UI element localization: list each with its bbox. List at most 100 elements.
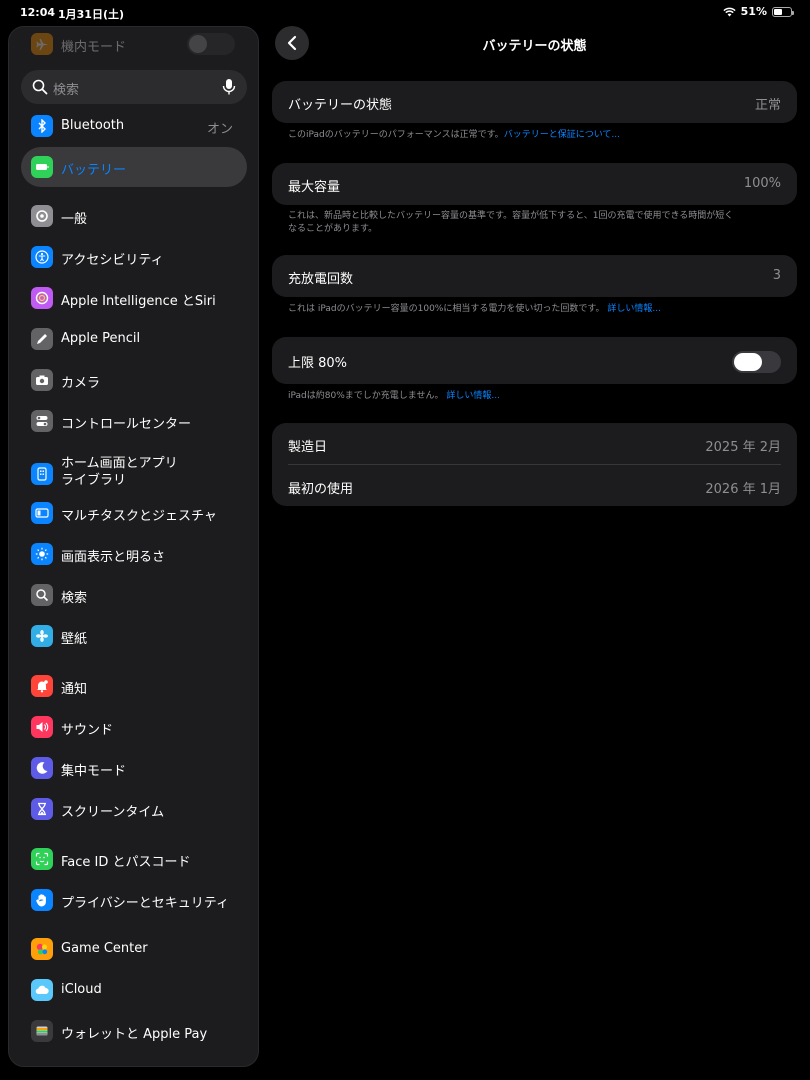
battery-health-note: このiPadのバッテリーのパフォーマンスは正常です。バッテリーと保証について..… — [288, 129, 778, 142]
hourglass-icon — [31, 798, 53, 820]
maximum-capacity-row: 最大容量 100% — [272, 163, 797, 205]
charge-limit-row: 上限 80% — [272, 337, 797, 384]
sidebar-item-wallpaper[interactable]: 壁紙 — [21, 616, 247, 656]
sidebar-item-label: Bluetooth — [61, 118, 125, 133]
sidebar-item-label: Apple Pencil — [61, 331, 141, 346]
sidebar-item-label: アクセシビリティ — [61, 253, 164, 268]
sidebar-item-label: 検索 — [61, 591, 88, 606]
sidebar-item-game-center[interactable]: Game Center — [21, 929, 247, 969]
sidebar-item-wallet[interactable]: ウォレットと Apple Pay — [21, 1011, 247, 1051]
face-id-icon — [31, 848, 53, 870]
manufacture-date-value: 2025 年 2月 — [705, 440, 781, 455]
charge-limit-more-info-link[interactable]: 詳しい情報... — [446, 391, 500, 401]
sidebar-item-notification[interactable]: 通知 — [21, 666, 247, 706]
sidebar-item-label: Face ID とパスコード — [61, 855, 191, 870]
sidebar-item-apple-intelligence[interactable]: Apple Intelligence とSiri — [21, 278, 247, 318]
manufacture-date-label: 製造日 — [288, 440, 328, 455]
charge-limit-note: iPadは約80%までしか充電しません。 詳しい情報... — [288, 390, 778, 403]
sidebar-item-multitasking[interactable]: マルチタスクとジェスチャ — [21, 493, 247, 533]
sidebar-item-label: 画面表示と明るさ — [61, 550, 166, 565]
sidebar-item-home-screen[interactable]: ホーム画面とアプリ ライブラリ — [21, 451, 247, 497]
microphone-icon[interactable] — [222, 78, 236, 96]
sidebar-item-label: カメラ — [61, 376, 101, 391]
search-input[interactable]: 検索 — [21, 70, 247, 104]
sidebar-item-label-line1: ホーム画面とアプリ — [61, 456, 178, 471]
wallet-icon — [31, 1020, 53, 1042]
sidebar-item-label: マルチタスクとジェスチャ — [61, 509, 217, 524]
search-placeholder: 検索 — [53, 83, 80, 98]
sidebar-item-moon[interactable]: 集中モード — [21, 748, 247, 788]
battery-status-icon — [772, 6, 794, 17]
brightness-icon — [31, 543, 53, 565]
battery-health-note-text: このiPadのバッテリーのパフォーマンスは正常です。 — [288, 130, 504, 140]
search-icon — [32, 79, 48, 95]
wifi-icon — [723, 7, 736, 16]
cycle-count-note: これは iPadのバッテリー容量の100%に相当する電力を使い切った回数です。 … — [288, 303, 778, 316]
status-bar: 12:04 1月31日(土) 51% — [0, 0, 810, 26]
cycle-count-value: 3 — [772, 268, 781, 283]
sidebar-item-face-id[interactable]: Face ID とパスコード — [21, 839, 247, 879]
airplane-mode-label: 機内モード — [61, 40, 127, 55]
sidebar-item-value: オン — [206, 122, 233, 137]
sidebar-item-label: ウォレットと Apple Pay — [61, 1027, 208, 1042]
sidebar-item-cloud[interactable]: iCloud — [21, 970, 247, 1010]
battery-level-fill — [774, 8, 783, 15]
battery-warranty-link[interactable]: バッテリーと保証について... — [504, 130, 620, 140]
sidebar-item-label: 通知 — [61, 682, 88, 697]
pencil-icon — [31, 328, 53, 350]
camera-icon — [31, 369, 53, 391]
charge-limit-toggle[interactable] — [732, 351, 781, 373]
sidebar-item-hand[interactable]: プライバシーとセキュリティ — [21, 880, 247, 920]
status-date: 1月31日(土) — [58, 8, 125, 21]
sidebar-item-airplane-mode[interactable]: 機内モード — [9, 27, 258, 63]
sidebar-item-camera[interactable]: カメラ — [21, 360, 247, 400]
cycle-count-label: 充放電回数 — [288, 272, 354, 287]
sidebar-item-label: バッテリー — [61, 163, 127, 178]
game-center-icon — [31, 938, 53, 960]
status-indicators: 51% — [723, 5, 794, 18]
accessibility-icon — [31, 246, 53, 268]
charge-limit-note-text: iPadは約80%までしか充電しません。 — [288, 391, 444, 401]
sidebar-item-accessibility[interactable]: アクセシビリティ — [21, 237, 247, 277]
first-use-value: 2026 年 1月 — [705, 482, 781, 497]
sidebar-item-hourglass[interactable]: スクリーンタイム — [21, 789, 247, 829]
gear-icon — [31, 205, 53, 227]
airplane-icon — [31, 33, 53, 55]
multitasking-icon — [31, 502, 53, 524]
sidebar-item-search[interactable]: 検索 — [21, 575, 247, 615]
battery-icon — [31, 156, 53, 178]
cycle-count-more-info-link[interactable]: 詳しい情報... — [607, 304, 661, 314]
sidebar-item-sound[interactable]: サウンド — [21, 707, 247, 747]
maximum-capacity-label: 最大容量 — [288, 180, 341, 195]
sidebar-item-label: Game Center — [61, 941, 148, 956]
sidebar-item-label: スクリーンタイム — [61, 805, 165, 820]
sidebar-item-label: プライバシーとセキュリティ — [61, 896, 229, 911]
sidebar-item-control-center[interactable]: コントロールセンター — [21, 401, 247, 441]
cloud-icon — [31, 979, 53, 1001]
wallpaper-icon — [31, 625, 53, 647]
maximum-capacity-note: これは、新品時と比較したバッテリー容量の基準です。容量が低下すると、1回の充電で… — [288, 210, 778, 236]
sidebar-item-label: 壁紙 — [61, 632, 88, 647]
search-icon — [31, 584, 53, 606]
settings-sidebar: 機内モード 検索 Bluetooth オンバッテリー一般アクセシビリティ Apple… — [8, 26, 259, 1067]
control-center-icon — [31, 410, 53, 432]
sidebar-item-label: サウンド — [61, 723, 114, 738]
sidebar-item-label: コントロールセンター — [61, 417, 192, 432]
sidebar-item-brightness[interactable]: 画面表示と明るさ — [21, 534, 247, 574]
sidebar-item-gear[interactable]: 一般 — [21, 196, 247, 236]
sidebar-item-pencil[interactable]: Apple Pencil — [21, 319, 247, 359]
hand-icon — [31, 889, 53, 911]
sidebar-item-label: Apple Intelligence とSiri — [61, 294, 216, 309]
maximum-capacity-note-line1: これは、新品時と比較したバッテリー容量の基準です。容量が低下すると、1回の充電で… — [288, 211, 734, 221]
apple-intelligence-icon — [31, 287, 53, 309]
charge-limit-label: 上限 80% — [288, 356, 348, 371]
airplane-mode-toggle[interactable] — [187, 33, 235, 55]
sidebar-item-battery[interactable]: バッテリー — [21, 147, 247, 187]
sidebar-item-label: 一般 — [61, 212, 88, 227]
notification-icon — [31, 675, 53, 697]
sidebar-item-bluetooth[interactable]: Bluetooth オン — [21, 106, 247, 146]
row-divider — [288, 464, 781, 465]
battery-health-row: バッテリーの状態 正常 — [272, 81, 797, 123]
battery-percent: 51% — [740, 5, 767, 18]
battery-health-value: 正常 — [754, 98, 781, 113]
